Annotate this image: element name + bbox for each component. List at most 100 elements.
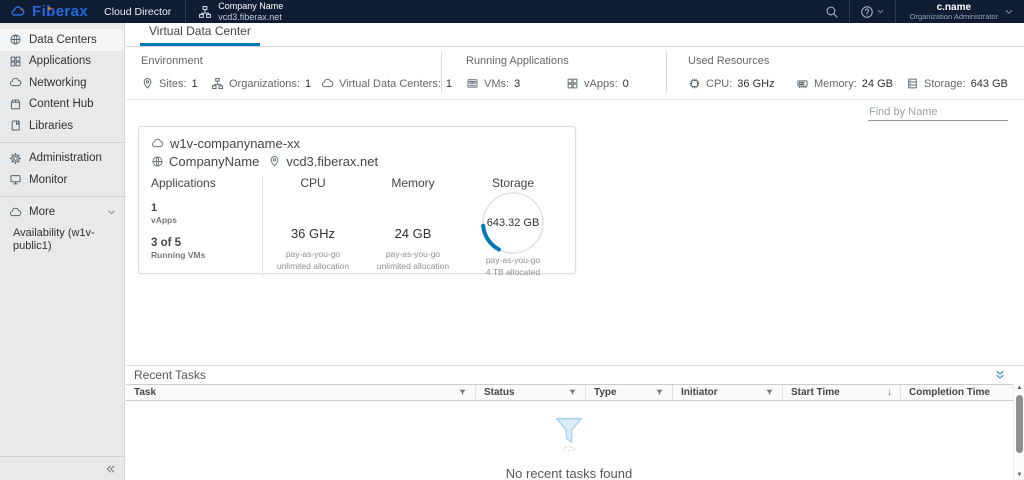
storage-value: 643.32 GB [480, 190, 546, 256]
find-by-name-input[interactable] [868, 104, 1008, 121]
storage-allocation: 4 TB allocated [463, 267, 563, 278]
user-menu[interactable]: c.name Organization Administrator [896, 0, 1024, 23]
cloud-director-app: Fiberax Cloud Director Company Name vcd3… [0, 0, 1024, 480]
column-status: Status [476, 385, 586, 400]
sidebar-divider [0, 196, 124, 197]
vdc-card-title[interactable]: w1v-companyname-xx [151, 136, 563, 151]
card-col-storage: Storage 643.32 GB pay-as-you-go 4 TB all… [463, 176, 563, 278]
org-name: Company Name [218, 1, 283, 11]
storage-model: pay-as-you-go [463, 255, 563, 266]
logo-accent-dot [48, 7, 51, 10]
vdc-card-subtitle: CompanyName vcd3.fiberax.net [151, 154, 563, 169]
summary-divider [441, 51, 442, 93]
sidebar-item-label: Monitor [29, 174, 67, 186]
column-initiator: Initiator [673, 385, 783, 400]
sidebar-item-label: More [29, 206, 55, 218]
environment-summary: Environment Sites: 1 Organizations: 1 [141, 55, 452, 90]
sidebar-item-networking[interactable]: Networking [0, 72, 124, 94]
scroll-up-arrow[interactable]: ▲ [1014, 384, 1024, 393]
sidebar-item-data-centers[interactable]: Data Centers [0, 29, 124, 51]
vapps-icon [566, 77, 579, 90]
gear-icon [9, 152, 22, 165]
sidebar-item-administration[interactable]: Administration [0, 148, 124, 170]
column-start-time: Start Time ↓ [783, 385, 901, 400]
chevron-down-icon [107, 208, 116, 217]
stat-vms: VMs: 3 [466, 77, 566, 90]
vapps-label: vApps [151, 215, 262, 225]
memory-value: 24 GB [363, 226, 463, 241]
sort-desc-icon[interactable]: ↓ [887, 387, 892, 398]
monitor-icon [9, 173, 22, 186]
more-icon [9, 206, 22, 219]
tab-virtual-data-center[interactable]: Virtual Data Center [140, 20, 260, 46]
main-content: Virtual Data Center Environment Sites: 1… [126, 23, 1024, 480]
search-icon [825, 5, 839, 19]
col-title: Storage [463, 176, 563, 190]
empty-funnel-icon [548, 416, 590, 454]
sidebar-item-monitor[interactable]: Monitor [0, 169, 124, 191]
cpu-model: pay-as-you-go [263, 249, 363, 260]
organization-icon [198, 5, 212, 19]
sidebar-item-availability[interactable]: Availability (w1v-public1) [0, 223, 124, 257]
cloud-logo-icon [8, 5, 28, 19]
running-vms-count: 3 of 5 [151, 237, 262, 249]
help-menu[interactable] [850, 0, 895, 23]
filter-icon[interactable] [568, 388, 577, 397]
globe-icon [151, 155, 164, 168]
card-col-applications: Applications 1 vApps 3 of 5 Running VMs [151, 176, 263, 278]
recent-tasks-panel: Recent Tasks Task Status Type Initiator [126, 365, 1024, 480]
stat-storage: Storage: 643 GB [906, 77, 1008, 90]
sidebar-footer [0, 456, 124, 480]
stat-organizations: Organizations: 1 [211, 77, 321, 90]
cpu-icon [688, 77, 701, 90]
search-button[interactable] [815, 0, 849, 23]
collapse-sidebar-icon[interactable] [104, 463, 116, 475]
sidebar-item-more[interactable]: More [0, 202, 124, 224]
used-resources-summary: Used Resources CPU: 36 GHz Memory: 24 GB [688, 55, 1008, 90]
scrollbar-thumb[interactable] [1016, 395, 1023, 453]
sidebar-item-label: Administration [29, 152, 102, 164]
site-pin-icon [268, 155, 281, 168]
sidebar-nav: Data Centers Applications Networking Con… [0, 23, 125, 480]
tasks-table-header: Task Status Type Initiator Start Time [126, 384, 1024, 401]
site-pin-icon [141, 77, 154, 90]
card-col-cpu: CPU 36 GHz pay-as-you-go unlimited alloc… [263, 176, 363, 278]
col-title: CPU [263, 176, 363, 190]
chevron-down-icon [1004, 7, 1014, 17]
vm-icon [466, 77, 479, 90]
card-col-memory: Memory 24 GB pay-as-you-go unlimited all… [363, 176, 463, 278]
brand-name: Fiberax [32, 3, 88, 20]
summary-title: Used Resources [688, 55, 1008, 67]
recent-tasks-title: Recent Tasks [134, 368, 206, 382]
sidebar-item-libraries[interactable]: Libraries [0, 115, 124, 137]
find-row [126, 100, 1024, 126]
stat-vapps: vApps: 0 [566, 77, 629, 90]
storage-icon [906, 77, 919, 90]
stat-sites: Sites: 1 [141, 77, 211, 90]
collapse-panel-icon[interactable] [994, 369, 1006, 381]
vapps-count: 1 [151, 202, 262, 214]
tasks-empty-state: No recent tasks found [126, 416, 1012, 480]
filter-icon[interactable] [765, 388, 774, 397]
filter-icon[interactable] [458, 388, 467, 397]
content-hub-icon [9, 98, 22, 111]
networking-icon [9, 76, 22, 89]
sidebar-item-applications[interactable]: Applications [0, 51, 124, 73]
scroll-down-arrow[interactable]: ▼ [1014, 471, 1024, 480]
brand-logo[interactable]: Fiberax [0, 3, 98, 20]
tab-bar: Virtual Data Center [126, 23, 1024, 47]
tasks-scrollbar[interactable]: ▲ ▼ [1013, 384, 1024, 480]
vdc-org-name: CompanyName [169, 154, 259, 169]
org-selector[interactable]: Company Name vcd3.fiberax.net [186, 1, 295, 22]
sidebar-item-label: Content Hub [29, 98, 94, 110]
column-task: Task [126, 385, 476, 400]
col-title: Memory [363, 176, 463, 190]
vdc-cloud-icon [151, 137, 164, 150]
memory-icon [796, 77, 809, 90]
sidebar-divider [0, 142, 124, 143]
summary-divider [666, 51, 667, 93]
col-title: Applications [151, 176, 262, 190]
filter-icon[interactable] [655, 388, 664, 397]
vdc-name: w1v-companyname-xx [170, 136, 300, 151]
sidebar-item-content-hub[interactable]: Content Hub [0, 94, 124, 116]
